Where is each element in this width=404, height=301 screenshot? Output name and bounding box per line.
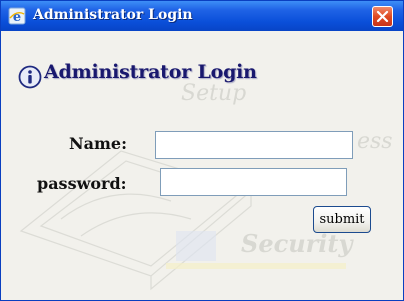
name-input[interactable] — [155, 131, 353, 159]
title-bar[interactable]: e Administrator Login — [1, 1, 403, 31]
background-word-security: Security — [241, 229, 353, 258]
login-panel: Setup ess Security Administrator Login N… — [1, 31, 403, 300]
background-word-ess: ess — [357, 129, 393, 154]
password-input[interactable] — [160, 168, 347, 196]
name-label: Name: — [69, 134, 128, 153]
info-icon — [18, 65, 42, 89]
background-word-setup: Setup — [181, 81, 247, 106]
password-label: password: — [37, 174, 127, 193]
submit-button[interactable]: submit — [313, 206, 371, 233]
window-title: Administrator Login — [33, 7, 193, 23]
ie-window-icon: e — [8, 7, 26, 25]
form-heading: Administrator Login — [44, 61, 257, 83]
close-button[interactable] — [372, 6, 393, 27]
close-icon — [376, 10, 389, 23]
login-window: e Administrator Login Setup ess Security — [0, 0, 404, 301]
